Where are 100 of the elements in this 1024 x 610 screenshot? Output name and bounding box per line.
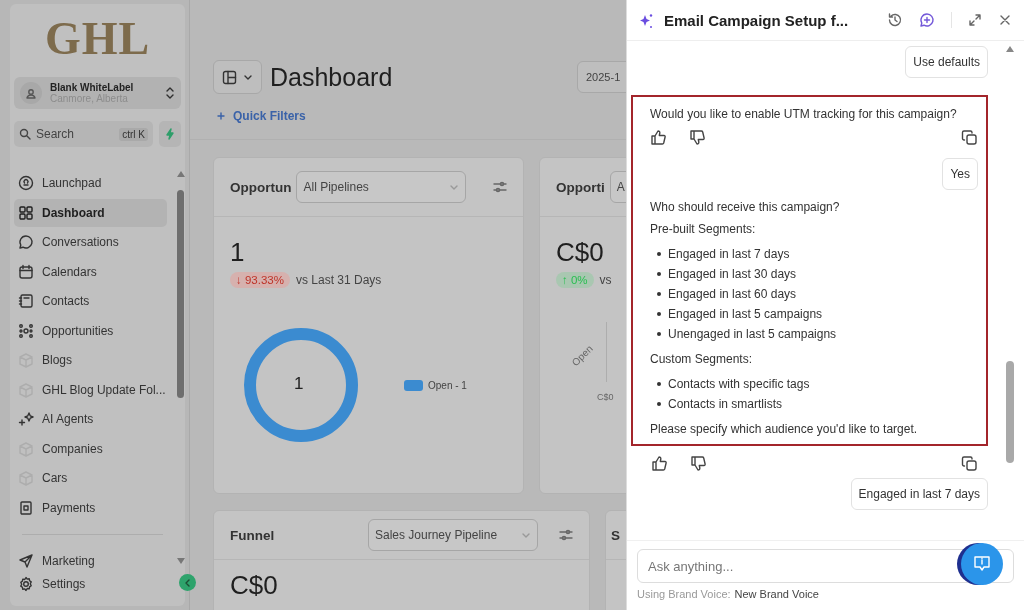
nav-item[interactable]: Blogs — [14, 346, 167, 375]
nav-item[interactable]: AI Agents — [14, 405, 167, 434]
history-icon[interactable] — [887, 12, 903, 28]
donut-center-label: 1 — [294, 374, 304, 394]
nav-item[interactable]: Launchpad — [14, 169, 167, 198]
nav-item[interactable]: Cars — [14, 464, 167, 493]
brand-voice-label: Using Brand Voice: — [637, 588, 731, 600]
chat-bubble-icon — [18, 234, 34, 251]
sparkle-icon — [637, 11, 654, 29]
pipeline-dropdown[interactable]: A — [609, 171, 626, 203]
bullet-icon — [657, 382, 661, 386]
copy-icon[interactable] — [961, 129, 978, 146]
user-message: Yes — [942, 158, 978, 190]
nav-item[interactable]: Conversations — [14, 228, 167, 257]
comparison-label: vs — [599, 273, 612, 287]
bullet-icon — [657, 292, 661, 296]
close-icon[interactable] — [998, 13, 1012, 27]
message-text: Would you like to enable UTM tracking for this campaign? — [650, 107, 958, 121]
list-item: Unengaged in last 5 campaigns — [668, 326, 837, 343]
chat-title: Email Campaign Setup f... — [664, 11, 849, 29]
nav-item[interactable]: Settings — [14, 572, 167, 595]
brand-voice-value: New Brand Voice — [734, 588, 819, 600]
help-button[interactable] — [961, 543, 1003, 585]
scrollbar-thumb[interactable] — [1006, 361, 1014, 463]
gear-icon — [18, 575, 34, 592]
expand-icon[interactable] — [968, 13, 982, 27]
chevron-updown-icon — [165, 87, 175, 99]
nav-item[interactable]: Opportunities — [14, 316, 167, 345]
legend-label: Open - 1 — [428, 379, 467, 391]
scroll-up-icon — [176, 169, 186, 179]
logo: GHL — [44, 12, 151, 65]
account-name: Blank WhiteLabel — [50, 82, 135, 93]
bullet-icon — [657, 402, 661, 406]
bullet-icon — [657, 272, 661, 276]
metric-value: 1 — [230, 237, 246, 268]
lightbulb-icon — [18, 175, 34, 192]
nav-item[interactable]: GHL Blog Update Fol... — [14, 375, 167, 404]
page-title: Dashboard — [270, 62, 393, 92]
comparison-label: vs Last 31 Days — [295, 273, 382, 287]
message-text: Please specify which audience you'd like to target. — [650, 422, 919, 436]
list-item: Contacts in smartlists — [668, 396, 783, 413]
list-item: Engaged in last 30 days — [668, 266, 797, 283]
contact-card-icon — [18, 293, 34, 310]
lightning-icon — [165, 128, 175, 140]
scroll-down-icon — [176, 556, 186, 566]
paper-plane-icon — [18, 552, 34, 569]
new-chat-icon[interactable] — [919, 12, 935, 28]
list-item: Contacts with specific tags — [668, 376, 810, 393]
date-range-field[interactable]: 2025-1 — [577, 61, 626, 93]
axis-label: C$0 — [597, 392, 614, 402]
card-title: Opportun — [230, 179, 292, 195]
bullet-icon — [657, 332, 661, 336]
calendar-icon — [18, 263, 34, 280]
user-message: Engaged in last 7 days — [850, 478, 988, 510]
thumbs-up-icon[interactable] — [651, 455, 668, 472]
list-item: Engaged in last 60 days — [668, 286, 797, 303]
scrollbar-thumb[interactable] — [177, 190, 184, 398]
bullet-icon — [657, 312, 661, 316]
thumbs-up-icon[interactable] — [650, 129, 667, 146]
thumbs-down-icon[interactable] — [689, 129, 706, 146]
metric-value: C$0 — [556, 237, 605, 268]
users-icon — [25, 87, 37, 99]
pipeline-dropdown[interactable]: All Pipelines — [296, 171, 467, 203]
card-title: Funnel — [230, 527, 275, 543]
pipeline-dropdown[interactable]: Sales Journey Pipeline — [368, 519, 538, 551]
message-input[interactable]: Ask anything... — [637, 549, 1014, 583]
shortcut-hint: ctrl K — [119, 127, 148, 141]
search-icon — [19, 128, 31, 140]
nodes-icon — [18, 322, 34, 339]
card-title: Opporti — [556, 179, 605, 195]
list-item: Engaged in last 5 campaigns — [668, 306, 823, 323]
change-badge: ↑ 0% — [556, 272, 594, 288]
card-title: S — [611, 527, 620, 543]
layout-switcher[interactable] — [213, 60, 262, 94]
sparkle-icon — [18, 411, 34, 428]
sliders-icon — [559, 528, 573, 542]
copy-icon[interactable] — [961, 455, 978, 472]
nav-item[interactable]: Dashboard — [14, 198, 167, 227]
search-field[interactable]: Search ctrl K — [14, 121, 153, 147]
message-text: Who should receive this campaign? — [650, 200, 841, 214]
change-badge: ↓ 93.33% — [230, 272, 290, 288]
message-text: Pre-built Segments: — [650, 222, 757, 236]
message-text: Custom Segments: — [650, 352, 754, 366]
nav-item[interactable]: Payments — [14, 493, 167, 522]
nav-item[interactable]: Contacts — [14, 287, 167, 316]
scroll-up-icon — [1005, 44, 1015, 54]
thumbs-down-icon[interactable] — [690, 455, 707, 472]
nav-item[interactable]: Calendars — [14, 257, 167, 286]
nav-item[interactable]: Marketing — [14, 549, 167, 572]
receipt-icon — [18, 499, 34, 516]
user-message: Use defaults — [905, 46, 988, 78]
nav-item[interactable]: Companies — [14, 434, 167, 463]
legend-swatch — [404, 379, 423, 391]
plus-icon — [217, 112, 225, 120]
list-item: Engaged in last 7 days — [668, 246, 790, 263]
metric-value: C$0 — [230, 570, 279, 600]
bullet-icon — [657, 252, 661, 256]
layout-icon — [222, 69, 237, 85]
sliders-icon — [493, 180, 507, 194]
grid-icon — [18, 204, 34, 221]
